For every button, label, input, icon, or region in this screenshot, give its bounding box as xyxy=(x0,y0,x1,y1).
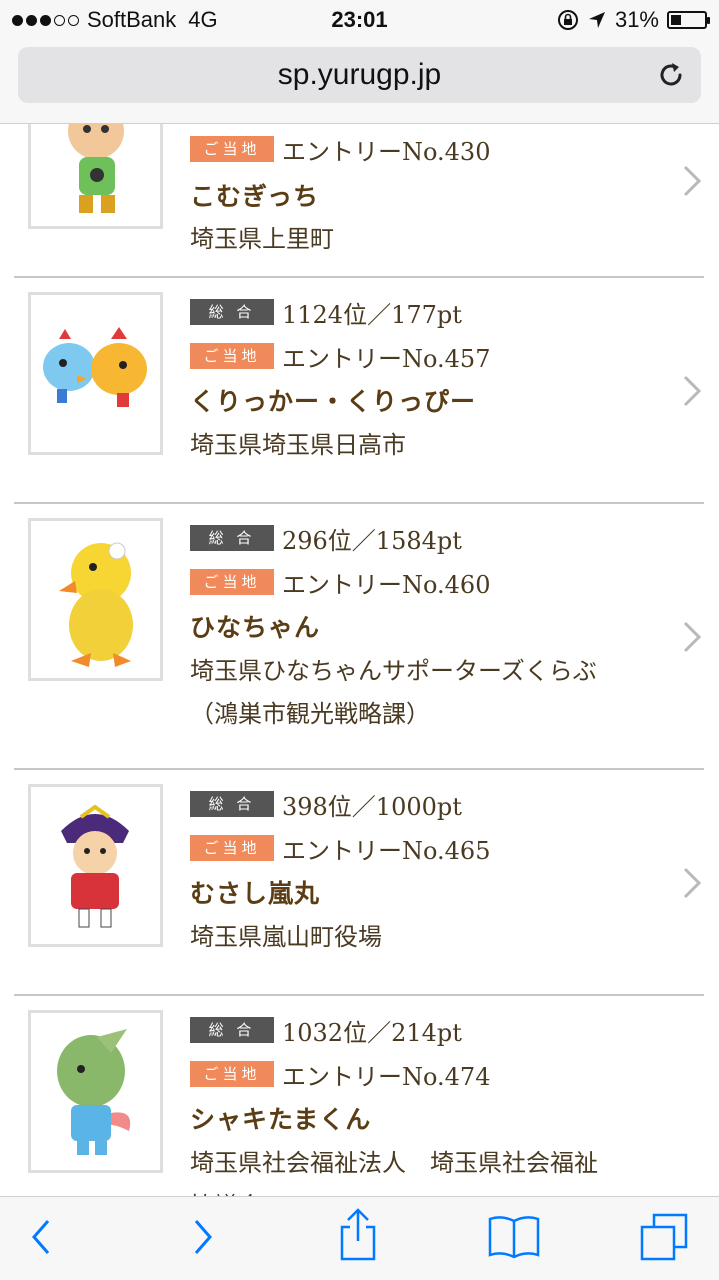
rank-row: 総 合 296位／1584pt xyxy=(190,521,462,555)
chevron-right-icon[interactable] xyxy=(680,620,704,654)
org-row: 埼玉県埼玉県日高市 xyxy=(190,428,406,462)
status-bar: SoftBank 4G 23:01 31% xyxy=(0,0,719,40)
location-arrow-icon xyxy=(588,12,605,28)
entry-row: ご当地 エントリーNo.474 xyxy=(190,1057,490,1091)
rank-points: 296位／1584pt xyxy=(282,526,462,555)
local-badge: ご当地 xyxy=(190,835,274,861)
rank-row: 総 合 1124位／177pt xyxy=(190,295,462,329)
character-name[interactable]: くりっかー・くりっぴー xyxy=(190,382,476,418)
back-button[interactable] xyxy=(26,1217,58,1257)
character-illustration xyxy=(43,327,147,407)
organization: 埼玉県上里町 xyxy=(190,225,334,253)
entry-row: ご当地 エントリーNo.460 xyxy=(190,565,490,599)
org-row: 埼玉県社会福祉法人 埼玉県社会福祉 xyxy=(190,1146,598,1180)
organization: 埼玉県社会福祉法人 埼玉県社会福祉 xyxy=(190,1149,598,1177)
organization: 埼玉県嵐山町役場 xyxy=(190,923,382,951)
entry-row: ご当地 エントリーNo.457 xyxy=(190,339,490,373)
overall-badge: 総 合 xyxy=(190,791,274,817)
rank-points: 398位／1000pt xyxy=(282,792,462,821)
entry-row: ご当地 エントリーNo.430 xyxy=(190,132,490,166)
character-name[interactable]: シャキたまくん xyxy=(190,1100,371,1136)
character-illustration xyxy=(59,542,133,667)
character-thumbnail[interactable] xyxy=(28,518,163,681)
battery-percent: 31% xyxy=(614,7,659,32)
rank-points: 1124位／177pt xyxy=(282,300,462,329)
rank-points: 1032位／214pt xyxy=(282,1018,462,1047)
list-item[interactable]: 総 合 1124位／177pt ご当地 エントリーNo.457 くりっかー・くり… xyxy=(14,278,704,504)
battery-icon xyxy=(667,11,710,29)
chevron-right-icon[interactable] xyxy=(680,374,704,408)
name-row: ひなちゃん xyxy=(190,609,320,643)
local-badge: ご当地 xyxy=(190,569,274,595)
organization: 埼玉県埼玉県日高市 xyxy=(190,431,406,459)
name-row: むさし嵐丸 xyxy=(190,875,320,909)
list-item[interactable]: 総 合 398位／1000pt ご当地 エントリーNo.465 むさし嵐丸 埼玉… xyxy=(14,770,704,996)
share-icon[interactable] xyxy=(336,1207,380,1263)
address-bar-area: sp.yurugp.jp xyxy=(0,40,719,124)
character-illustration xyxy=(57,1029,131,1155)
chevron-right-icon[interactable] xyxy=(680,866,704,900)
entry-number: エントリーNo.457 xyxy=(282,344,491,373)
entry-number: エントリーNo.430 xyxy=(282,137,491,166)
character-illustration xyxy=(68,124,124,213)
rotation-lock-icon xyxy=(557,10,578,30)
local-badge: ご当地 xyxy=(190,1061,274,1087)
character-name[interactable]: こむぎっち xyxy=(190,177,319,213)
url-text[interactable]: sp.yurugp.jp xyxy=(18,58,701,92)
name-row: くりっかー・くりっぴー xyxy=(190,383,476,417)
org-row: 埼玉県嵐山町役場 xyxy=(190,920,382,954)
character-thumbnail[interactable] xyxy=(28,784,163,947)
name-row: シャキたまくん xyxy=(190,1101,371,1135)
org-row-2: （鴻巣市観光戦略課） xyxy=(190,697,430,731)
local-badge: ご当地 xyxy=(190,343,274,369)
list-item[interactable]: 総 合 296位／1584pt ご当地 エントリーNo.460 ひなちゃん 埼玉… xyxy=(14,504,704,770)
character-illustration xyxy=(61,804,129,928)
character-name[interactable]: むさし嵐丸 xyxy=(190,874,320,910)
org-row: 埼玉県上里町 xyxy=(190,222,334,256)
character-name[interactable]: ひなちゃん xyxy=(190,608,320,644)
entry-row: ご当地 エントリーNo.465 xyxy=(190,831,490,865)
rank-row: 総 合 398位／1000pt xyxy=(190,787,462,821)
org-row: 埼玉県ひなちゃんサポーターズくらぶ xyxy=(190,654,597,688)
entry-number: エントリーNo.460 xyxy=(282,570,491,599)
org-row-2: 協議会 xyxy=(190,1189,262,1196)
book-icon[interactable] xyxy=(486,1213,542,1259)
address-bar[interactable]: sp.yurugp.jp xyxy=(18,47,701,103)
status-right: 31% xyxy=(557,7,710,33)
character-thumbnail[interactable] xyxy=(28,292,163,455)
name-row: こむぎっち xyxy=(190,178,319,212)
overall-badge: 総 合 xyxy=(190,299,274,325)
tabs-icon[interactable] xyxy=(638,1211,692,1263)
organization-continued: 協議会 xyxy=(190,1184,262,1196)
character-thumbnail[interactable] xyxy=(28,1010,163,1173)
browser-toolbar xyxy=(0,1196,719,1280)
chevron-right-icon[interactable] xyxy=(680,164,704,198)
character-thumbnail[interactable] xyxy=(28,124,163,229)
rank-row: 総 合 1032位／214pt xyxy=(190,1013,462,1047)
overall-badge: 総 合 xyxy=(190,1017,274,1043)
overall-badge: 総 合 xyxy=(190,525,274,551)
local-badge: ご当地 xyxy=(190,136,274,162)
forward-button[interactable] xyxy=(186,1217,218,1257)
entry-number: エントリーNo.474 xyxy=(282,1062,491,1091)
character-list: ご当地 エントリーNo.430 こむぎっち 埼玉県上里町 総 合 1124位／1… xyxy=(0,124,719,1196)
organization: 埼玉県ひなちゃんサポーターズくらぶ xyxy=(190,657,597,685)
list-item[interactable]: ご当地 エントリーNo.430 こむぎっち 埼玉県上里町 xyxy=(14,124,704,278)
entry-number: エントリーNo.465 xyxy=(282,836,491,865)
reload-icon[interactable] xyxy=(655,59,687,91)
organization-continued: （鴻巣市観光戦略課） xyxy=(190,700,430,728)
list-item[interactable]: 総 合 1032位／214pt ご当地 エントリーNo.474 シャキたまくん … xyxy=(14,996,704,1196)
